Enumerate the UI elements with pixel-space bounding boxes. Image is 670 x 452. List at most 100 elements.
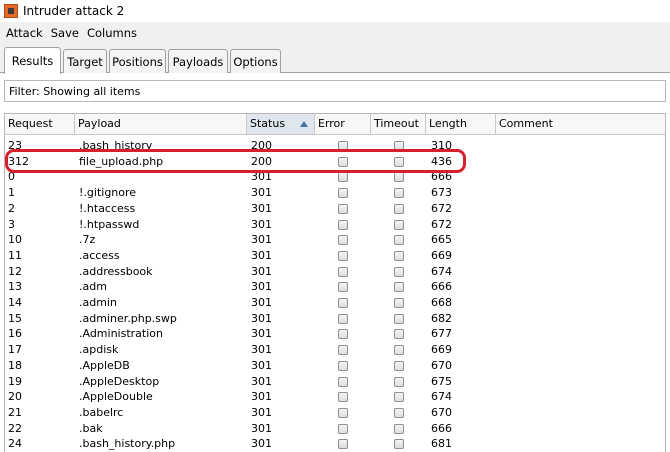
table-row[interactable]: 23 .bash_history 200 310 [5,138,665,154]
cell-payload: .apdisk [79,343,119,357]
error-checkbox [338,313,348,324]
cell-length: 669 [431,343,452,357]
table-row[interactable]: 21 .babelrc 301 670 [5,405,665,421]
table-row[interactable]: 3 !.htpasswd 301 672 [5,217,665,233]
column-header-status[interactable]: Status [247,114,315,134]
table-row[interactable]: 2 !.htaccess 301 672 [5,201,665,217]
table-header: Request Payload Status Error Timeout Len… [5,114,665,135]
table-row[interactable]: 17 .apdisk 301 669 [5,342,665,358]
filter-bar[interactable]: Filter: Showing all items [4,80,666,102]
table-row[interactable]: 22 .bak 301 666 [5,421,665,437]
cell-payload: .adm [79,280,107,294]
table-row[interactable]: 16 .Administration 301 677 [5,326,665,342]
cell-length: 665 [431,233,452,247]
error-checkbox [338,423,348,434]
cell-request: 24 [8,437,22,451]
tab-target[interactable]: Target [63,49,107,73]
table-row[interactable]: 1 !.gitignore 301 673 [5,185,665,201]
cell-length: 674 [431,390,452,404]
cell-status: 301 [251,437,272,451]
cell-length: 681 [431,437,452,451]
table-row[interactable]: 11 .access 301 669 [5,248,665,264]
table-row[interactable]: 13 .adm 301 666 [5,279,665,295]
timeout-checkbox [394,156,404,167]
timeout-checkbox [394,141,404,151]
results-table: Request Payload Status Error Timeout Len… [4,113,666,452]
column-header-request[interactable]: Request [5,114,75,134]
timeout-checkbox [394,423,404,434]
tab-options[interactable]: Options [230,49,281,73]
cell-status: 301 [251,170,272,184]
error-checkbox [338,219,348,230]
table-row[interactable]: 12 .addressbook 301 674 [5,264,665,280]
cell-request: 13 [8,280,22,294]
error-checkbox [338,172,348,183]
cell-request: 19 [8,374,22,388]
cell-length: 670 [431,405,452,419]
cell-status: 301 [251,405,272,419]
table-row[interactable]: 312 file_upload.php 200 436 [5,154,665,170]
error-checkbox [338,407,348,418]
table-row[interactable]: 10 .7z 301 665 [5,232,665,248]
cell-payload: !.htpasswd [79,217,140,231]
cell-request: 22 [8,421,22,435]
table-row[interactable]: 15 .adminer.php.swp 301 682 [5,311,665,327]
column-header-length[interactable]: Length [426,114,496,134]
cell-payload: .AppleDB [79,358,130,372]
cell-length: 668 [431,296,452,309]
cell-length: 666 [431,170,452,184]
cell-request: 18 [8,358,22,372]
cell-payload: .Administration [79,327,163,341]
table-row[interactable]: 24 .bash_history.php 301 681 [5,436,665,452]
menu-columns[interactable]: Columns [87,26,137,40]
cell-payload: .access [79,248,120,262]
table-row[interactable]: 19 .AppleDesktop 301 675 [5,374,665,390]
timeout-checkbox [394,313,404,324]
cell-request: 20 [8,390,22,404]
timeout-checkbox [394,407,404,418]
cell-payload: .AppleDesktop [79,374,160,388]
table-row[interactable]: 20 .AppleDouble 301 674 [5,389,665,405]
cell-length: 677 [431,327,452,341]
column-header-comment[interactable]: Comment [496,114,665,134]
cell-length: 672 [431,201,452,215]
cell-request: 1 [8,186,15,200]
table-row[interactable]: 18 .AppleDB 301 670 [5,358,665,374]
cell-status: 301 [251,390,272,404]
cell-payload: !.gitignore [79,186,137,200]
tab-results[interactable]: Results [4,47,61,74]
error-checkbox [338,266,348,277]
sort-ascending-icon [300,121,308,127]
burp-app-icon [4,4,18,18]
error-checkbox [338,360,348,371]
cell-length: 436 [431,154,452,168]
column-header-timeout[interactable]: Timeout [371,114,426,134]
timeout-checkbox [394,266,404,277]
cell-status: 301 [251,311,272,325]
column-header-error[interactable]: Error [315,114,371,134]
column-header-payload[interactable]: Payload [75,114,247,134]
table-row[interactable]: 14 .admin 301 668 [5,295,665,311]
error-checkbox [338,250,348,261]
timeout-checkbox [394,188,404,199]
cell-payload: .admin [79,296,117,309]
tab-positions[interactable]: Positions [109,49,166,73]
cell-request: 16 [8,327,22,341]
cell-length: 670 [431,358,452,372]
error-checkbox [338,439,348,450]
cell-payload: file_upload.php [79,154,164,168]
error-checkbox [338,188,348,199]
cell-length: 674 [431,264,452,278]
cell-request: 23 [8,139,22,152]
menu-bar: Attack Save Columns [0,22,670,44]
cell-length: 669 [431,248,452,262]
menu-attack[interactable]: Attack [6,26,43,40]
menu-save[interactable]: Save [51,26,79,40]
cell-status: 301 [251,201,272,215]
cell-length: 666 [431,280,452,294]
tab-payloads[interactable]: Payloads [168,49,228,73]
cell-payload: .7z [79,233,96,247]
table-row[interactable]: 0 301 666 [5,169,665,185]
cell-payload: .bak [79,421,103,435]
timeout-checkbox [394,172,404,183]
